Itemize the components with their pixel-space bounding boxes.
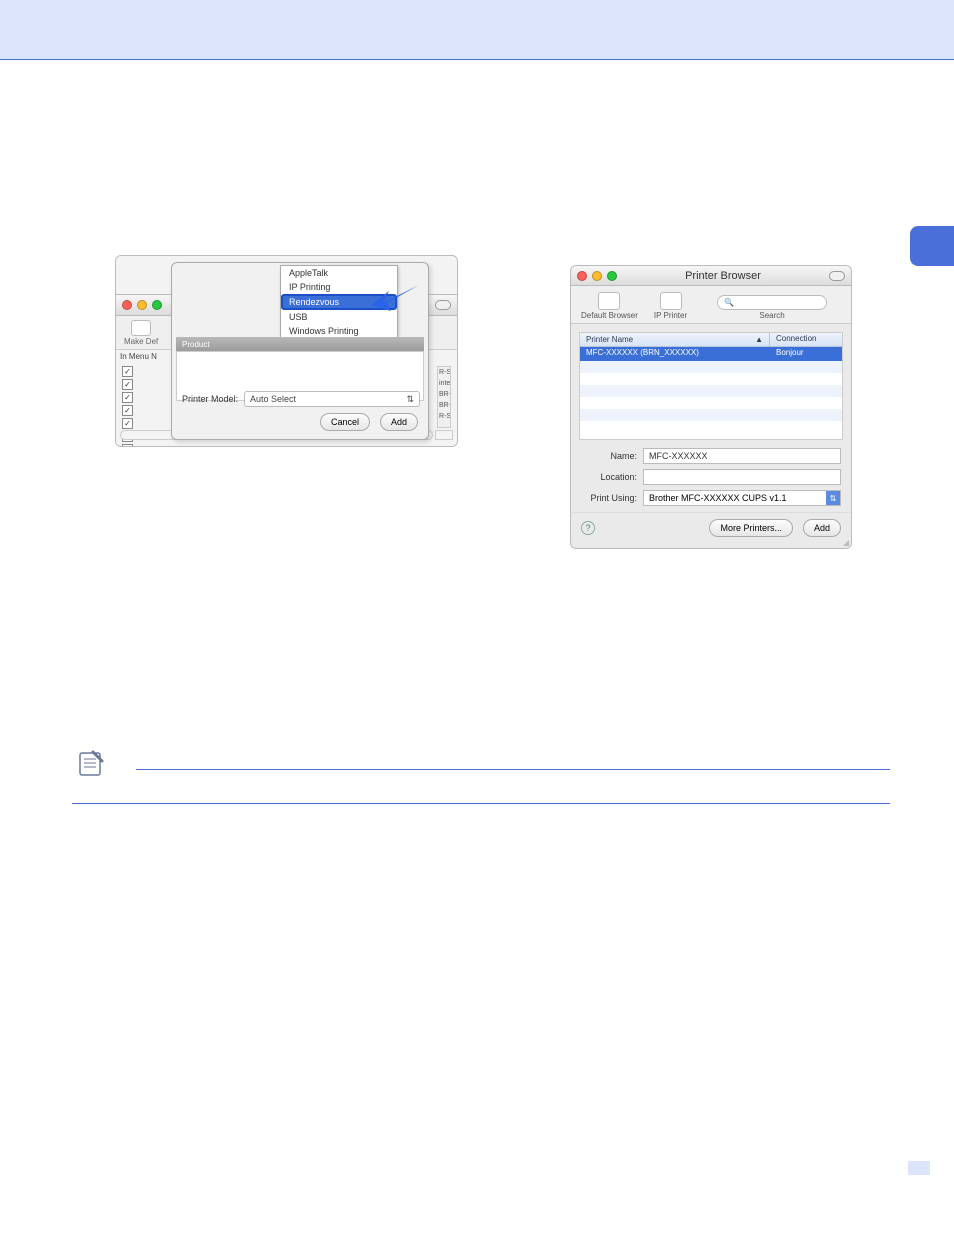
column-headers: In Menu N (120, 352, 157, 361)
note-icon (77, 750, 105, 778)
side-tab (910, 226, 954, 266)
toolbar-toggle-icon (435, 300, 451, 310)
zoom-icon (607, 271, 617, 281)
ip-printer-icon (660, 292, 682, 310)
default-browser-button[interactable]: Default Browser (581, 292, 638, 320)
page-header-banner (0, 0, 954, 60)
add-button[interactable]: Add (803, 519, 841, 537)
dialog-footer: ? More Printers... Add (571, 512, 851, 543)
zoom-icon (152, 300, 162, 310)
printer-model-select[interactable]: Auto Select ⇅ (244, 391, 420, 407)
checkbox-icon: ✓ (122, 392, 133, 403)
printer-model-label: Printer Model: (182, 394, 238, 404)
minimize-icon (137, 300, 147, 310)
checkbox-icon: ✓ (122, 366, 133, 377)
checkbox-icon: ✓ (122, 379, 133, 390)
note-divider-top (136, 769, 890, 770)
screenshot-rendezvous-printer-list: Make Def In Menu N ✓ ✓ ✓ ✓ ✓ ✓ ✓ R-Scrip… (115, 255, 458, 447)
checkbox-icon: ✓ (122, 444, 133, 447)
checkbox-icon: ✓ (122, 418, 133, 429)
printer-details-form: Name: MFC-XXXXXX Location: Print Using: … (581, 448, 841, 506)
more-printers-button[interactable]: More Printers... (709, 519, 793, 537)
default-browser-icon (598, 292, 620, 310)
printer-browser-toolbar: Default Browser IP Printer 🔍 Search (571, 286, 851, 324)
truncated-right-column: R-Script inter BR-Scri BR-Scri R-Script (437, 366, 451, 428)
make-default-label: Make Def (124, 337, 158, 346)
ip-printer-button[interactable]: IP Printer (654, 292, 687, 320)
close-icon (122, 300, 132, 310)
list-item[interactable]: MFC-XXXXXX (BRN_XXXXXX) Bonjour (580, 347, 842, 361)
printer-icon (131, 320, 151, 336)
print-using-select[interactable]: Brother MFC-XXXXXX CUPS v1.1 ⇅ (643, 490, 841, 506)
help-button[interactable]: ? (581, 521, 595, 535)
chevron-updown-icon: ⇅ (826, 491, 840, 505)
page-footer-tab (908, 1161, 930, 1175)
name-label: Name: (581, 451, 637, 461)
menu-item-windows-printing[interactable]: Windows Printing (281, 324, 397, 338)
note-divider-bottom (72, 803, 890, 804)
resize-handle-icon (839, 536, 849, 546)
cancel-button[interactable]: Cancel (320, 413, 370, 431)
menu-item-appletalk[interactable]: AppleTalk (281, 266, 397, 280)
pager-icon (435, 430, 453, 440)
minimize-icon (592, 271, 602, 281)
toolbar-toggle-icon (829, 271, 845, 281)
search-label: Search (759, 311, 784, 320)
list-header: Printer Name ▲ Connection (580, 333, 842, 347)
list-header-product: Product (176, 337, 424, 351)
close-icon (577, 271, 587, 281)
print-using-label: Print Using: (581, 493, 637, 503)
location-field[interactable] (643, 469, 841, 485)
printer-list[interactable]: Printer Name ▲ Connection MFC-XXXXXX (BR… (579, 332, 843, 440)
location-label: Location: (581, 472, 637, 482)
window-title: Printer Browser (622, 270, 824, 282)
name-field[interactable]: MFC-XXXXXX (643, 448, 841, 464)
search-icon: 🔍 (724, 298, 734, 307)
screenshot-printer-browser: Printer Browser Default Browser IP Print… (570, 265, 852, 549)
callout-arrow-icon (369, 281, 421, 318)
add-button[interactable]: Add (380, 413, 418, 431)
sort-indicator-icon: ▲ (755, 335, 763, 344)
search-input[interactable]: 🔍 (717, 295, 827, 310)
window-titlebar: Printer Browser (571, 266, 851, 286)
checkbox-icon: ✓ (122, 405, 133, 416)
chevron-updown-icon: ⇅ (406, 394, 414, 405)
